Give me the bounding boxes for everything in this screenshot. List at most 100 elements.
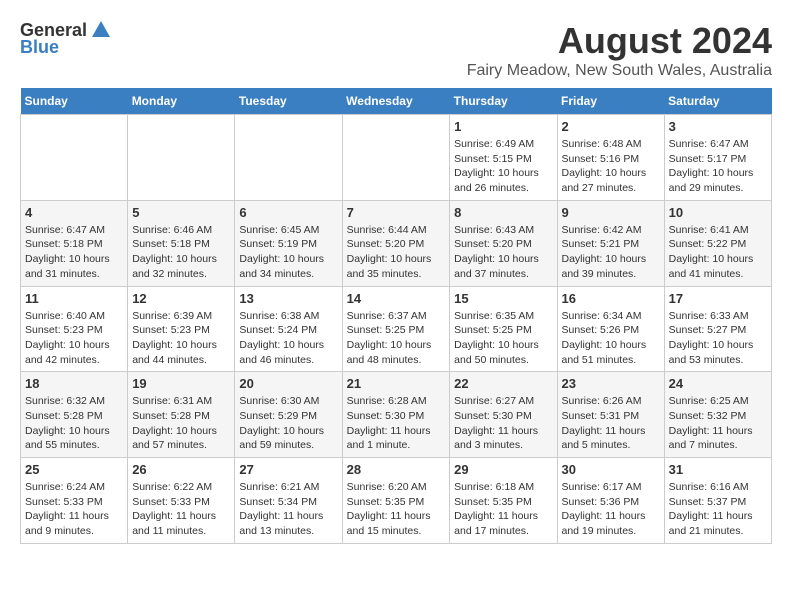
day-number: 3 (669, 119, 767, 134)
calendar-cell (342, 115, 450, 201)
calendar-cell: 5Sunrise: 6:46 AM Sunset: 5:18 PM Daylig… (128, 200, 235, 286)
day-number: 25 (25, 462, 123, 477)
calendar-table: SundayMondayTuesdayWednesdayThursdayFrid… (20, 88, 772, 544)
day-info: Sunrise: 6:21 AM Sunset: 5:34 PM Dayligh… (239, 480, 337, 539)
logo-icon (90, 19, 112, 41)
logo-text-blue: Blue (20, 37, 59, 58)
calendar-cell: 26Sunrise: 6:22 AM Sunset: 5:33 PM Dayli… (128, 458, 235, 544)
day-number: 30 (562, 462, 660, 477)
calendar-cell (21, 115, 128, 201)
calendar-cell: 16 Sunrise: 6:34 AM Sunset: 5:26 PM Dayli… (557, 286, 664, 372)
day-info: Sunrise: 6:42 AM Sunset: 5:21 PM Dayligh… (562, 223, 660, 282)
day-number: 9 (562, 205, 660, 220)
calendar-cell: 7 Sunrise: 6:44 AM Sunset: 5:20 PM Daylig… (342, 200, 450, 286)
calendar-cell: 4 Sunrise: 6:47 AM Sunset: 5:18 PM Daylig… (21, 200, 128, 286)
day-number: 14 (347, 291, 446, 306)
day-info: Sunrise: 6:18 AM Sunset: 5:35 PM Dayligh… (454, 480, 552, 539)
day-info: Sunrise: 6:34 AM Sunset: 5:26 PM Dayligh… (562, 309, 660, 368)
day-number: 13 (239, 291, 337, 306)
day-number: 18 (25, 376, 123, 391)
day-number: 23 (562, 376, 660, 391)
calendar-cell: 31 Sunrise: 6:16 AM Sunset: 5:37 PM Dayli… (664, 458, 771, 544)
week-row-5: 25 Sunrise: 6:24 AM Sunset: 5:33 PM Dayli… (21, 458, 772, 544)
calendar-cell: 17 Sunrise: 6:33 AM Sunset: 5:27 PM Dayli… (664, 286, 771, 372)
weekday-header-saturday: Saturday (664, 88, 771, 115)
day-info: Sunrise: 6:25 AM Sunset: 5:32 PM Dayligh… (669, 394, 767, 453)
day-number: 17 (669, 291, 767, 306)
day-number: 31 (669, 462, 767, 477)
day-number: 6 (239, 205, 337, 220)
calendar-cell: 3 Sunrise: 6:47 AM Sunset: 5:17 PM Daylig… (664, 115, 771, 201)
week-row-2: 4 Sunrise: 6:47 AM Sunset: 5:18 PM Daylig… (21, 200, 772, 286)
day-number: 2 (562, 119, 660, 134)
calendar-cell: 20 Sunrise: 6:30 AM Sunset: 5:29 PM Dayli… (235, 372, 342, 458)
calendar-cell (235, 115, 342, 201)
day-info: Sunrise: 6:39 AM Sunset: 5:23 PM Dayligh… (132, 309, 230, 368)
day-info: Sunrise: 6:46 AM Sunset: 5:18 PM Dayligh… (132, 223, 230, 282)
day-number: 28 (347, 462, 446, 477)
day-number: 1 (454, 119, 552, 134)
calendar-cell: 9 Sunrise: 6:42 AM Sunset: 5:21 PM Daylig… (557, 200, 664, 286)
day-info: Sunrise: 6:35 AM Sunset: 5:25 PM Dayligh… (454, 309, 552, 368)
day-info: Sunrise: 6:41 AM Sunset: 5:22 PM Dayligh… (669, 223, 767, 282)
weekday-header-thursday: Thursday (450, 88, 557, 115)
day-info: Sunrise: 6:44 AM Sunset: 5:20 PM Dayligh… (347, 223, 446, 282)
title-section: August 2024 Fairy Meadow, New South Wale… (467, 20, 772, 80)
day-number: 24 (669, 376, 767, 391)
week-row-3: 11 Sunrise: 6:40 AM Sunset: 5:23 PM Dayli… (21, 286, 772, 372)
weekday-header-friday: Friday (557, 88, 664, 115)
day-number: 7 (347, 205, 446, 220)
day-number: 20 (239, 376, 337, 391)
calendar-cell: 2Sunrise: 6:48 AM Sunset: 5:16 PM Daylig… (557, 115, 664, 201)
day-info: Sunrise: 6:30 AM Sunset: 5:29 PM Dayligh… (239, 394, 337, 453)
calendar-cell (128, 115, 235, 201)
calendar-cell: 14 Sunrise: 6:37 AM Sunset: 5:25 PM Dayli… (342, 286, 450, 372)
logo: General Blue (20, 20, 112, 58)
weekday-header-row: SundayMondayTuesdayWednesdayThursdayFrid… (21, 88, 772, 115)
day-info: Sunrise: 6:47 AM Sunset: 5:17 PM Dayligh… (669, 137, 767, 196)
day-number: 4 (25, 205, 123, 220)
day-info: Sunrise: 6:28 AM Sunset: 5:30 PM Dayligh… (347, 394, 446, 453)
calendar-cell: 15 Sunrise: 6:35 AM Sunset: 5:25 PM Dayli… (450, 286, 557, 372)
day-number: 29 (454, 462, 552, 477)
location: Fairy Meadow, New South Wales, Australia (467, 62, 772, 80)
weekday-header-sunday: Sunday (21, 88, 128, 115)
day-number: 12 (132, 291, 230, 306)
day-number: 22 (454, 376, 552, 391)
day-info: Sunrise: 6:31 AM Sunset: 5:28 PM Dayligh… (132, 394, 230, 453)
calendar-cell: 1Sunrise: 6:49 AM Sunset: 5:15 PM Daylig… (450, 115, 557, 201)
day-number: 15 (454, 291, 552, 306)
day-info: Sunrise: 6:37 AM Sunset: 5:25 PM Dayligh… (347, 309, 446, 368)
calendar-cell: 11 Sunrise: 6:40 AM Sunset: 5:23 PM Dayli… (21, 286, 128, 372)
weekday-header-monday: Monday (128, 88, 235, 115)
day-info: Sunrise: 6:20 AM Sunset: 5:35 PM Dayligh… (347, 480, 446, 539)
week-row-4: 18 Sunrise: 6:32 AM Sunset: 5:28 PM Dayli… (21, 372, 772, 458)
day-number: 26 (132, 462, 230, 477)
day-info: Sunrise: 6:24 AM Sunset: 5:33 PM Dayligh… (25, 480, 123, 539)
calendar-cell: 12 Sunrise: 6:39 AM Sunset: 5:23 PM Dayli… (128, 286, 235, 372)
calendar-cell: 19Sunrise: 6:31 AM Sunset: 5:28 PM Dayli… (128, 372, 235, 458)
day-info: Sunrise: 6:47 AM Sunset: 5:18 PM Dayligh… (25, 223, 123, 282)
day-info: Sunrise: 6:33 AM Sunset: 5:27 PM Dayligh… (669, 309, 767, 368)
calendar-cell: 27Sunrise: 6:21 AM Sunset: 5:34 PM Dayli… (235, 458, 342, 544)
weekday-header-tuesday: Tuesday (235, 88, 342, 115)
calendar-cell: 30Sunrise: 6:17 AM Sunset: 5:36 PM Dayli… (557, 458, 664, 544)
weekday-header-wednesday: Wednesday (342, 88, 450, 115)
day-info: Sunrise: 6:40 AM Sunset: 5:23 PM Dayligh… (25, 309, 123, 368)
day-info: Sunrise: 6:26 AM Sunset: 5:31 PM Dayligh… (562, 394, 660, 453)
calendar-cell: 24 Sunrise: 6:25 AM Sunset: 5:32 PM Dayli… (664, 372, 771, 458)
day-info: Sunrise: 6:45 AM Sunset: 5:19 PM Dayligh… (239, 223, 337, 282)
calendar-cell: 6 Sunrise: 6:45 AM Sunset: 5:19 PM Daylig… (235, 200, 342, 286)
month-title: August 2024 (467, 20, 772, 62)
day-info: Sunrise: 6:16 AM Sunset: 5:37 PM Dayligh… (669, 480, 767, 539)
calendar-cell: 10 Sunrise: 6:41 AM Sunset: 5:22 PM Dayli… (664, 200, 771, 286)
day-number: 8 (454, 205, 552, 220)
calendar-cell: 23 Sunrise: 6:26 AM Sunset: 5:31 PM Dayli… (557, 372, 664, 458)
day-number: 16 (562, 291, 660, 306)
calendar-cell: 22 Sunrise: 6:27 AM Sunset: 5:30 PM Dayli… (450, 372, 557, 458)
calendar-cell: 21Sunrise: 6:28 AM Sunset: 5:30 PM Dayli… (342, 372, 450, 458)
day-info: Sunrise: 6:32 AM Sunset: 5:28 PM Dayligh… (25, 394, 123, 453)
day-number: 10 (669, 205, 767, 220)
day-number: 11 (25, 291, 123, 306)
day-info: Sunrise: 6:27 AM Sunset: 5:30 PM Dayligh… (454, 394, 552, 453)
